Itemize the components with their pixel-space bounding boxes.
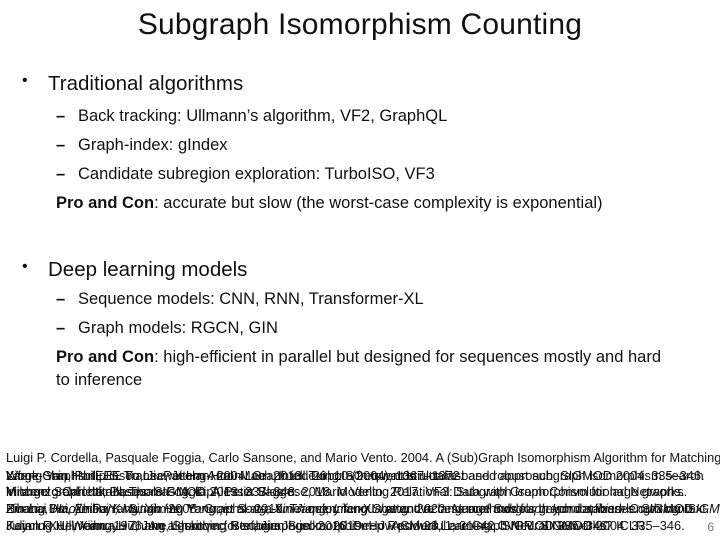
slide-title: Subgraph Isomorphism Counting bbox=[137, 8, 583, 41]
dash-icon: – bbox=[56, 107, 66, 125]
reference-line: Julian R. Ullmann. 1976. An algorithm fo… bbox=[6, 518, 611, 533]
section-heading-traditional: • Traditional algorithms bbox=[22, 72, 244, 96]
dash-icon: – bbox=[56, 165, 66, 183]
section-heading-text: Deep learning models bbox=[48, 258, 248, 281]
bullet-icon: • bbox=[22, 72, 28, 89]
reference-line: Xifeng Yan, Philip S. Yu, Jiawei Han. 20… bbox=[6, 468, 705, 483]
reference-line: Michael Schlichtkrull, Thomas N. Kipf, P… bbox=[6, 484, 688, 499]
list-item: – Graph models: RGCN, GIN bbox=[56, 319, 278, 338]
list-item: – Candidate subregion exploration: Turbo… bbox=[56, 165, 435, 184]
bullet-icon: • bbox=[22, 258, 28, 275]
pro-con-label: Pro and Con bbox=[56, 194, 155, 212]
list-item-text: Graph models: RGCN, GIN bbox=[78, 319, 278, 337]
list-item: – Sequence models: CNN, RNN, Transformer… bbox=[56, 290, 424, 309]
list-item: – Graph-index: gIndex bbox=[56, 136, 228, 155]
list-item-text: Back tracking: Ullmann’s algorithm, VF2,… bbox=[78, 107, 448, 125]
section-heading-text: Traditional algorithms bbox=[48, 72, 244, 95]
section-heading-deep-learning: • Deep learning models bbox=[22, 258, 248, 282]
list-item-text: Graph-index: gIndex bbox=[78, 136, 228, 154]
reference-line: Huahai He, Ambuj K. Singh. 2008. Graphs-… bbox=[6, 501, 697, 516]
pro-con-label: Pro and Con bbox=[56, 348, 155, 366]
list-item: – Back tracking: Ullmann’s algorithm, VF… bbox=[56, 107, 448, 126]
pro-con-text: : accurate but slow (the worst-case comp… bbox=[154, 194, 603, 212]
pro-con-deep-learning: Pro and Con: high-efficient in parallel … bbox=[56, 346, 676, 392]
dash-icon: – bbox=[56, 319, 66, 337]
list-item-text: Candidate subregion exploration: TurboIS… bbox=[78, 165, 435, 183]
reference-line: Luigi P. Cordella, Pasquale Foggia, Carl… bbox=[6, 450, 720, 465]
dash-icon: – bbox=[56, 136, 66, 154]
list-item-text: Sequence models: CNN, RNN, Transformer-X… bbox=[78, 290, 424, 308]
pro-con-traditional: Pro and Con: accurate but slow (the wors… bbox=[56, 192, 676, 215]
dash-icon: – bbox=[56, 290, 66, 308]
page-number: 6 bbox=[707, 520, 714, 534]
